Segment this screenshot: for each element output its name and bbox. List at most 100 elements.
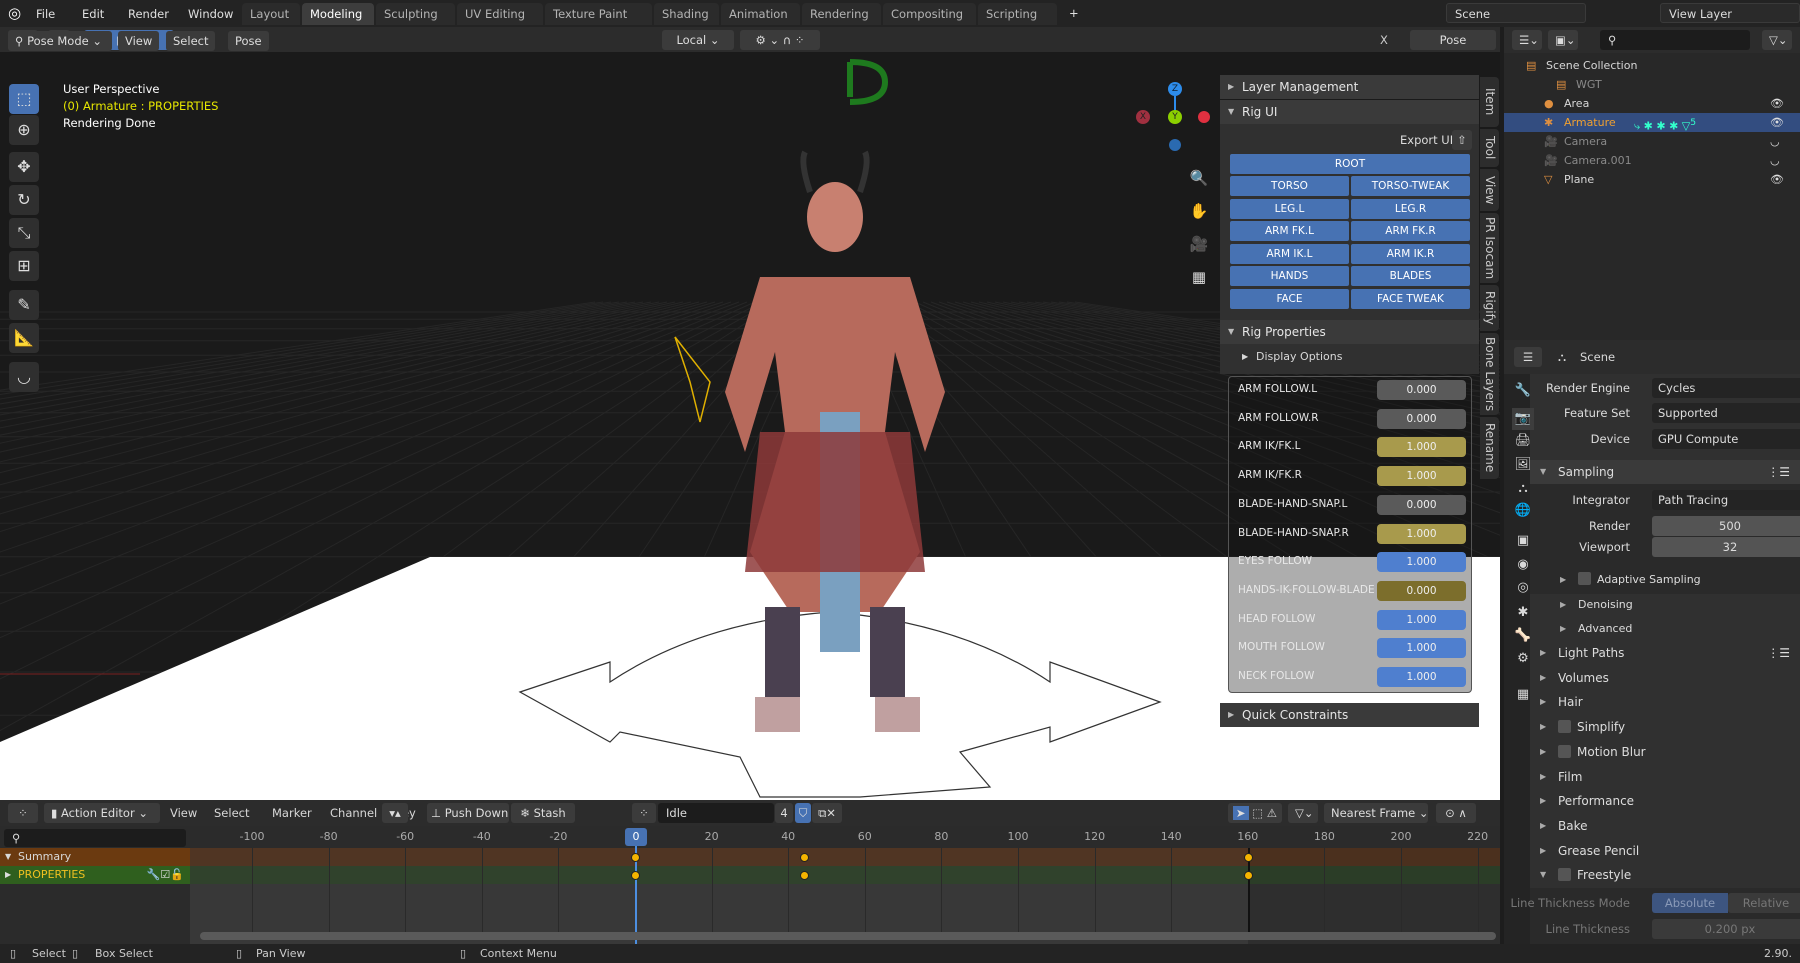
absolute-toggle[interactable]: Absolute (1652, 893, 1728, 913)
property-slider[interactable]: 1.000 (1377, 466, 1466, 487)
property-slider[interactable]: 1.000 (1377, 437, 1466, 458)
keyframe[interactable] (631, 871, 640, 880)
menu-edit[interactable]: Edit (76, 5, 110, 23)
section-freestyle[interactable]: ▼ Freestyle (1530, 863, 1800, 887)
property-slider[interactable]: 1.000 (1377, 552, 1466, 573)
mode-dropdown[interactable]: ⚲ Pose Mode ⌄ (8, 31, 112, 51)
outliner-row[interactable]: 🎥 Camera ◡ (1504, 132, 1800, 151)
menu-file[interactable]: File (30, 5, 61, 23)
property-slider[interactable]: 1.000 (1377, 667, 1466, 687)
action-users-count[interactable]: 4 (775, 803, 793, 823)
add-workspace-button[interactable]: + (1063, 4, 1085, 22)
property-slider[interactable]: 1.000 (1377, 609, 1466, 630)
section-volumes[interactable]: ▶ Volumes (1530, 666, 1800, 690)
tab-scripting[interactable]: Scripting (978, 3, 1057, 25)
render-samples-field[interactable]: 500 (1652, 516, 1800, 536)
property-slider[interactable]: 0.000 (1377, 494, 1466, 515)
menu-marker[interactable]: Marker (272, 806, 312, 820)
section-film[interactable]: ▶ Film (1530, 765, 1800, 789)
sidebar-tab-pr-isocam[interactable]: PR Isocam (1480, 213, 1499, 283)
property-slider[interactable]: 1.000 (1377, 523, 1466, 544)
panel-rig-properties[interactable]: ▼ Rig Properties (1220, 320, 1479, 344)
rig-button-root[interactable]: ROOT (1230, 154, 1470, 174)
keyframe[interactable] (1243, 871, 1253, 880)
property-slider[interactable]: 1.000 (1377, 638, 1466, 659)
tab-sculpting[interactable]: Sculpting (376, 3, 455, 25)
channel-summary[interactable]: ▼ Summary (0, 848, 190, 866)
scale-tool[interactable]: ⤡ (9, 218, 39, 248)
freestyle-checkbox[interactable] (1558, 868, 1571, 882)
line-thickness-field[interactable]: 0.200 px (1652, 919, 1800, 939)
panel-quick-constraints[interactable]: ▶ Quick Constraints (1220, 703, 1479, 727)
filter-dropdown-icon[interactable]: ▽⌄ (1288, 803, 1318, 823)
simplify-checkbox[interactable] (1558, 720, 1571, 734)
rig-button-leg-r[interactable]: LEG.R (1351, 198, 1470, 219)
subsection-advanced[interactable]: ▶ Advanced (1550, 617, 1800, 641)
tab-modeling[interactable]: Modeling (302, 3, 374, 25)
editor-type-dropdown[interactable]: ⁘⌄ (8, 803, 38, 840)
gizmo-y[interactable]: Y (1168, 110, 1182, 124)
section-light-paths[interactable]: ▶ Light Paths ⋮☰ (1530, 641, 1800, 665)
motion-blur-checkbox[interactable] (1558, 744, 1571, 758)
outliner-row[interactable]: ● Area 👁 (1504, 94, 1800, 113)
visibility-eye-icon[interactable]: ◡ (1770, 132, 1780, 151)
rig-button-face[interactable]: FACE (1230, 289, 1349, 309)
visibility-eye-icon[interactable]: 👁 (1770, 170, 1784, 189)
visibility-eye-icon[interactable]: 👁 (1770, 113, 1784, 132)
gizmo-x[interactable]: X (1136, 110, 1150, 124)
x-mirror-toggle[interactable]: X (1380, 33, 1388, 47)
visibility-eye-icon[interactable]: 👁 (1770, 94, 1784, 113)
menu-channel[interactable]: Channel (330, 806, 377, 820)
annotate-tool[interactable]: ✎ (9, 290, 39, 320)
menu-render[interactable]: Render (122, 5, 175, 23)
filter-dropdown[interactable]: ▽⌄ (1762, 30, 1792, 50)
pan-hand-icon[interactable]: ✋ (1187, 195, 1211, 228)
properties-editor-type[interactable]: ☰ (1514, 347, 1542, 367)
property-slider[interactable]: 0.000 (1377, 380, 1466, 400)
render-engine-dropdown[interactable]: Cycles (1652, 378, 1800, 398)
menu-view[interactable]: View (170, 806, 197, 820)
gizmo-neg-x[interactable] (1198, 111, 1210, 123)
current-frame-indicator[interactable]: 0 (625, 828, 647, 846)
menu-window[interactable]: Window (182, 5, 239, 23)
sidebar-tab-bone-layers[interactable]: Bone Layers (1480, 333, 1499, 415)
adaptive-sampling-checkbox[interactable] (1578, 572, 1591, 585)
outliner-row[interactable]: ✱ Armature 👁 ⤷ ✱ ✱ ✱ ▽5 (1504, 113, 1800, 133)
outliner-row[interactable]: 🎥 Camera.001 ◡ (1504, 151, 1800, 170)
tab-compositing[interactable]: Compositing (883, 3, 976, 25)
outliner-row[interactable]: ▤ WGT (1504, 75, 1800, 94)
mode-dropdown[interactable]: ▮ Action Editor ⌄ (44, 803, 160, 823)
section-hair[interactable]: ▶ Hair (1530, 690, 1800, 714)
section-motion-blur[interactable]: ▶ Motion Blur (1530, 740, 1800, 764)
layer-up-down-buttons[interactable]: ▾▴ (382, 803, 408, 823)
object-data-tab-icon[interactable]: ✱ (1512, 602, 1534, 624)
blender-logo-icon[interactable]: ◎ (8, 4, 21, 22)
tab-shading[interactable]: Shading (654, 3, 719, 25)
transform-orientation-dropdown[interactable]: Local ⌄ (662, 30, 734, 50)
sidebar-tab-tool[interactable]: Tool (1480, 129, 1499, 167)
relax-tool[interactable]: ◡ (9, 362, 39, 392)
subsection-denoising[interactable]: ▶ Denoising (1550, 593, 1800, 617)
scene-selector[interactable]: Scene (1446, 3, 1586, 23)
subsection-adaptive-sampling[interactable]: ▶ Adaptive Sampling (1550, 568, 1800, 592)
move-tool[interactable]: ✥ (9, 152, 39, 182)
menu-view[interactable]: View (118, 31, 160, 51)
duplicate-unlink-icons[interactable]: ⧉✕ (812, 803, 842, 823)
outliner-search-input[interactable]: ⚲ (1600, 30, 1750, 50)
keyframe[interactable] (799, 871, 809, 880)
outliner-row[interactable]: ▽ Plane 👁 (1504, 170, 1800, 189)
rig-button-torso-tweak[interactable]: TORSO-TWEAK (1351, 176, 1470, 196)
rig-button-arm-fk-r[interactable]: ARM FK.R (1351, 221, 1470, 242)
channel-properties[interactable]: ▶ PROPERTIES 🔧☑🔓 (0, 866, 190, 884)
section-grease-pencil[interactable]: ▶ Grease Pencil (1530, 839, 1800, 863)
visibility-eye-icon[interactable]: ◡ (1770, 151, 1780, 170)
pivot-snap-buttons[interactable]: ⚙ ⌄ ∩ ⁘ (740, 30, 820, 50)
rig-button-face-tweak[interactable]: FACE TWEAK (1351, 289, 1470, 309)
select-box-tool[interactable]: ⬚ (9, 84, 39, 114)
section-simplify[interactable]: ▶ Simplify (1530, 715, 1800, 739)
proportional-editing-icons[interactable]: ⊙ ∧ (1436, 803, 1476, 823)
export-ui-button[interactable]: ⇧ (1452, 130, 1472, 150)
stash-button[interactable]: ❄ Stash (511, 803, 575, 823)
camera-view-icon[interactable]: 🎥 (1187, 228, 1211, 261)
tab-rendering[interactable]: Rendering (802, 3, 881, 25)
